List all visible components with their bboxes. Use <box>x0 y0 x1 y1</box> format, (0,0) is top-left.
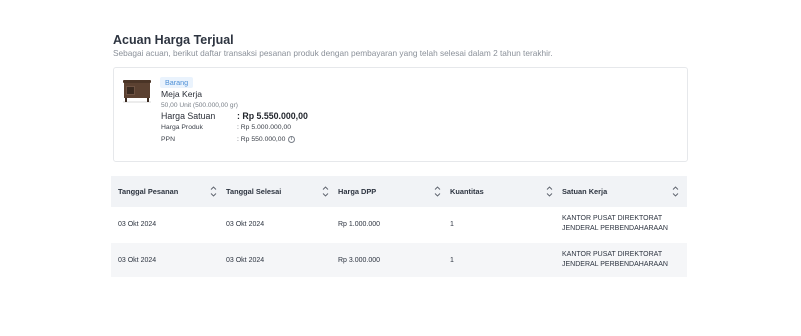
cell-dpp: Rp 1.000.000 <box>338 221 381 228</box>
cell-work-unit-line2: JENDERAL PERBENDAHARAAN <box>562 261 668 268</box>
product-thumbnail <box>123 79 151 103</box>
cell-order-date: 03 Okt 2024 <box>118 257 157 264</box>
cell-order-date: 03 Okt 2024 <box>118 221 157 228</box>
price-reference-table: Tanggal Pesanan Tanggal Selesai Harga DP… <box>111 176 687 277</box>
ppn-value: : Rp 550.000,00 <box>237 136 286 143</box>
sort-updown-icon[interactable] <box>546 185 553 198</box>
cell-work-unit-line1: KANTOR PUSAT DIREKTORAT <box>562 251 663 258</box>
sort-updown-icon[interactable] <box>322 185 329 198</box>
column-header-work-unit[interactable]: Satuan Kerja <box>562 176 607 207</box>
product-card: Barang Meja Kerja 50,00 Unit (500.000,00… <box>113 67 688 162</box>
unit-price-value: : Rp 5.550.000,00 <box>237 111 308 121</box>
cell-work-unit-line2: JENDERAL PERBENDAHARAAN <box>562 225 668 232</box>
product-type-badge: Barang <box>160 77 194 88</box>
table-row: 03 Okt 2024 03 Okt 2024 Rp 3.000.000 1 K… <box>111 243 687 277</box>
section-title: Acuan Harga Terjual <box>113 33 234 47</box>
column-header-dpp[interactable]: Harga DPP <box>338 176 376 207</box>
column-header-order-date[interactable]: Tanggal Pesanan <box>118 176 178 207</box>
sort-updown-icon[interactable] <box>210 185 217 198</box>
product-name: Meja Kerja <box>161 89 203 99</box>
section-subtitle: Sebagai acuan, berikut daftar transaksi … <box>113 48 553 58</box>
cell-work-unit-line1: KANTOR PUSAT DIREKTORAT <box>562 215 663 222</box>
sort-updown-icon[interactable] <box>434 185 441 198</box>
cell-finish-date: 03 Okt 2024 <box>226 257 265 264</box>
column-header-quantity[interactable]: Kuantitas <box>450 176 484 207</box>
table-row: 03 Okt 2024 03 Okt 2024 Rp 1.000.000 1 K… <box>111 207 687 243</box>
product-price-value: : Rp 5.000.000,00 <box>237 124 292 131</box>
product-quantity: 50,00 Unit (500.000,00 gr) <box>161 102 238 109</box>
cell-finish-date: 03 Okt 2024 <box>226 221 265 228</box>
column-header-finish-date[interactable]: Tanggal Selesai <box>226 176 281 207</box>
cell-quantity: 1 <box>450 221 454 228</box>
unit-price-label: Harga Satuan <box>161 111 216 121</box>
table-header: Tanggal Pesanan Tanggal Selesai Harga DP… <box>111 176 687 207</box>
ppn-label: PPN <box>161 136 175 143</box>
product-price-label: Harga Produk <box>161 124 203 131</box>
info-circle-icon[interactable]: i <box>288 136 295 143</box>
cell-dpp: Rp 3.000.000 <box>338 257 381 264</box>
sort-updown-icon[interactable] <box>672 185 679 198</box>
cell-quantity: 1 <box>450 257 454 264</box>
